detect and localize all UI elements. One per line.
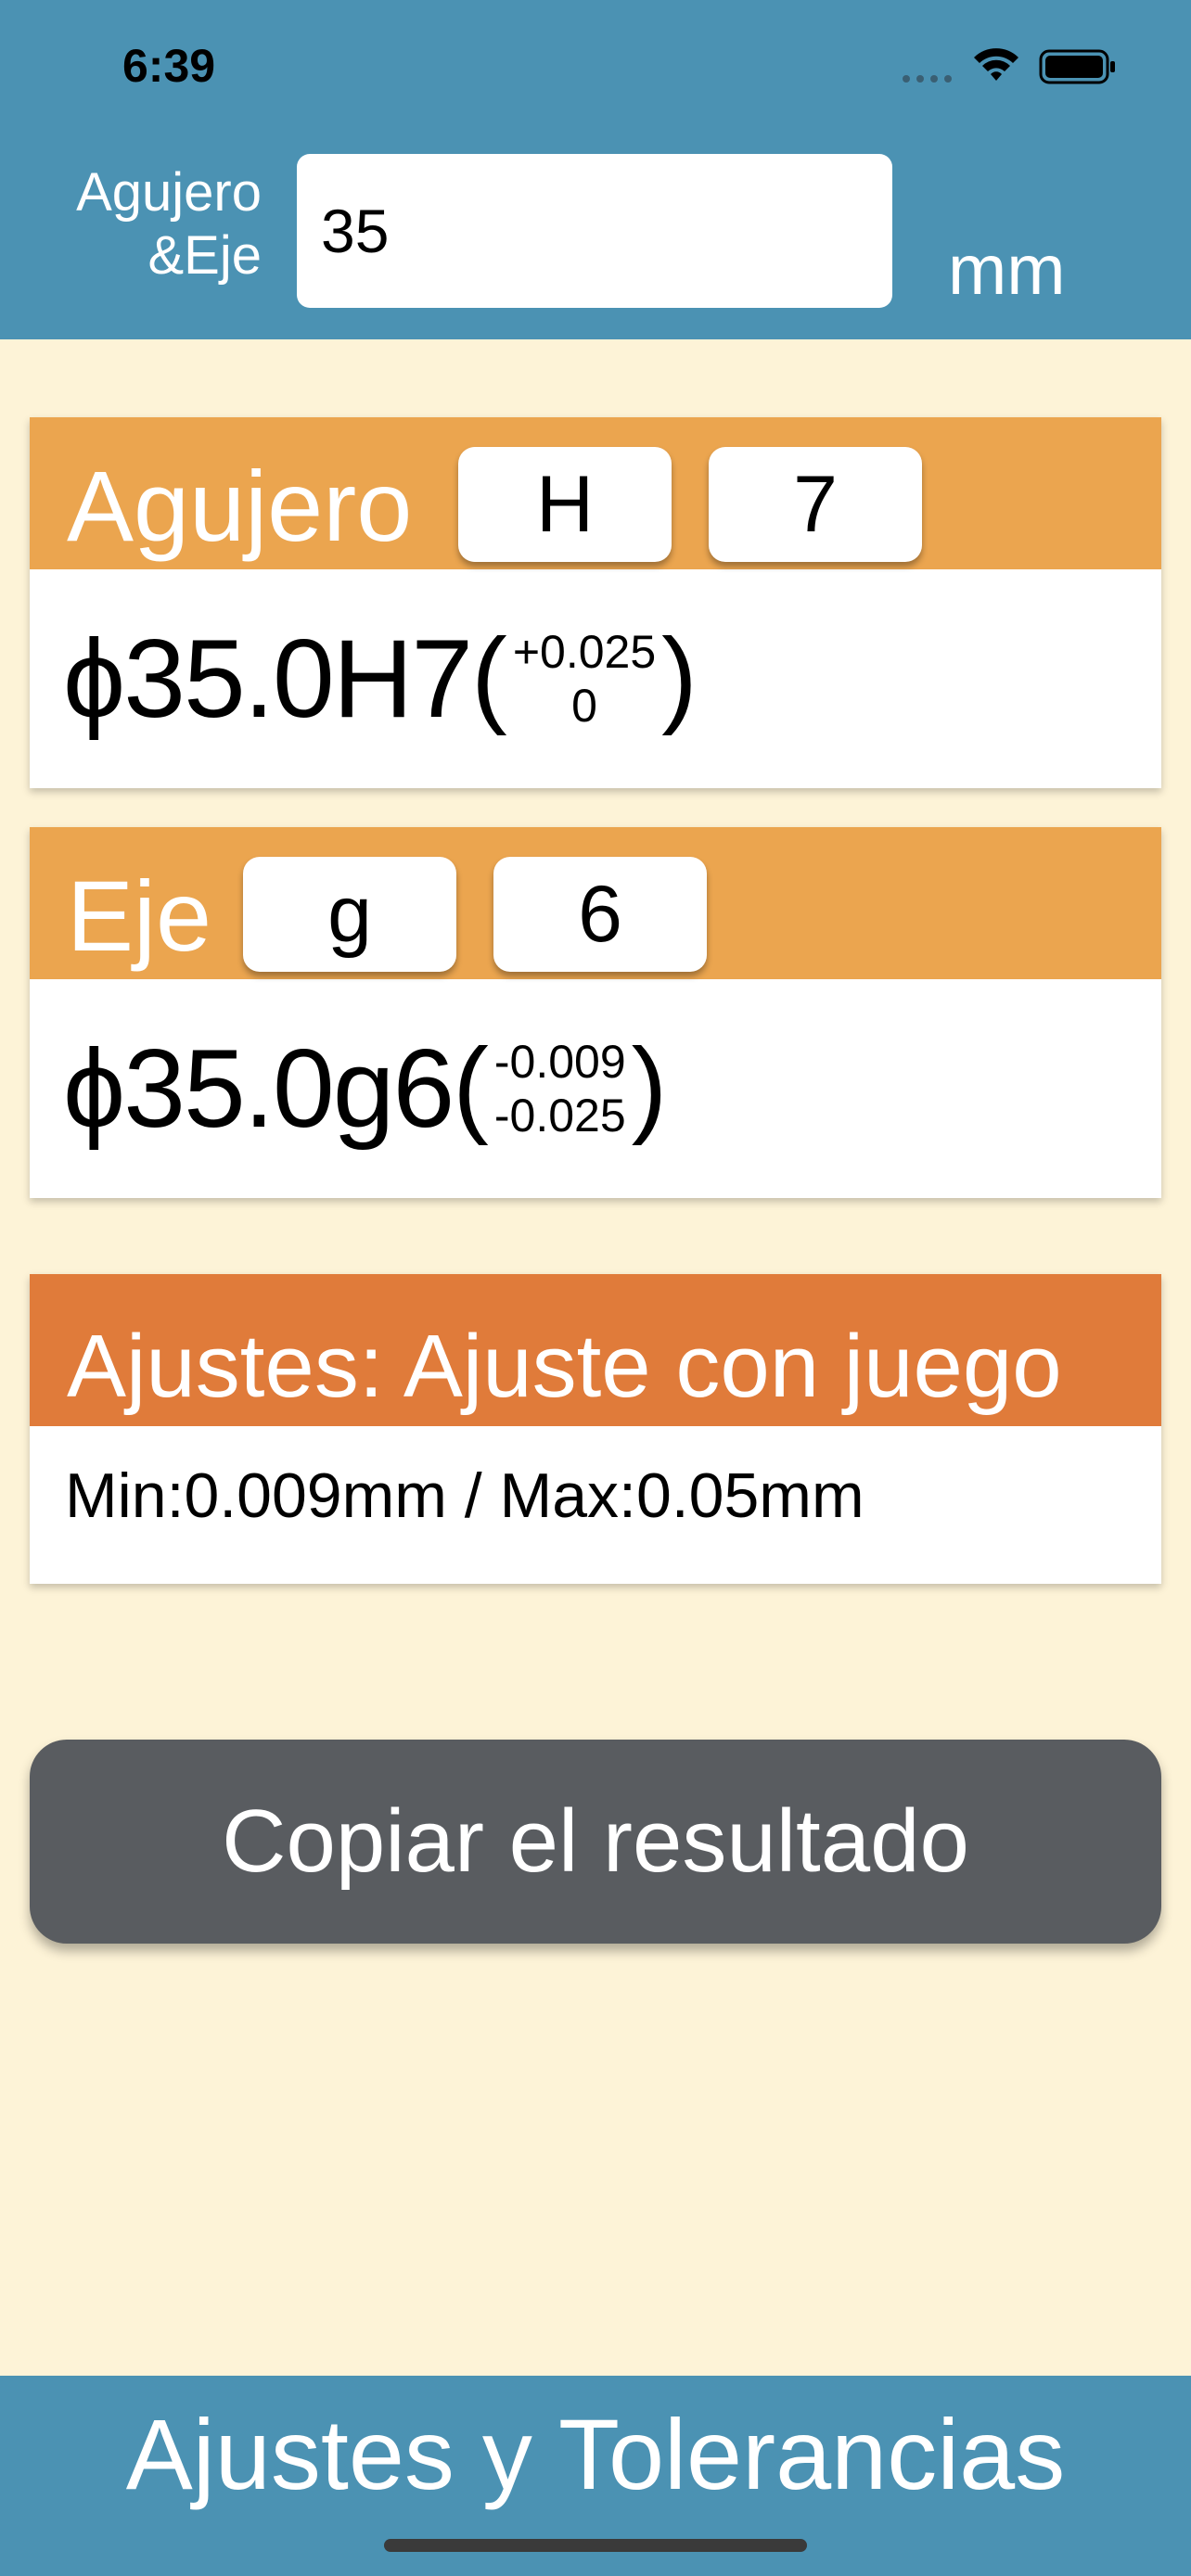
hole-result: ϕ35.0H7 ( +0.025 0 ) [63,569,698,788]
shaft-letter-button[interactable]: g [243,857,456,972]
hole-result-main: ϕ35.0H7 [63,617,473,741]
hole-lower-tolerance: 0 [571,680,597,732]
hole-title: Agujero [67,450,413,562]
fit-card: Ajustes: Ajuste con juego Min:0.009mm / … [30,1274,1161,1584]
battery-icon [1039,49,1115,84]
bottom-title-bar: Ajustes y Tolerancias [0,2376,1191,2576]
shaft-upper-tolerance: -0.009 [493,1036,626,1088]
shaft-close-paren: ) [631,1026,668,1146]
shaft-card: Eje g 6 ϕ35.0g6 ( -0.009 -0.025 ) [30,827,1161,1198]
shaft-card-header: Eje g 6 [30,827,1161,979]
fit-card-header: Ajustes: Ajuste con juego [30,1274,1161,1426]
shaft-result-main: ϕ35.0g6 [63,1027,455,1151]
home-indicator[interactable] [384,2539,807,2552]
dimension-label-line2: &Eje [147,225,262,286]
hole-grade-button[interactable]: 7 [709,447,922,562]
fit-clearance-summary: Min:0.009mm / Max:0.05mm [65,1460,864,1531]
hole-close-paren: ) [661,616,698,736]
dimension-label: Agujero &Eje [37,161,262,287]
hole-card-header: Agujero H 7 [30,417,1161,569]
hole-upper-tolerance: +0.025 [512,626,657,678]
hole-open-paren: ( [471,616,507,736]
top-header: 6:39 Agujero &Eje mm [0,0,1191,339]
status-time: 6:39 [122,40,216,92]
shaft-title: Eje [67,860,212,972]
nominal-size-input[interactable] [297,154,892,308]
shaft-grade-button[interactable]: 6 [493,857,707,972]
cellular-signal-icon [903,75,952,83]
shaft-lower-tolerance: -0.025 [493,1090,626,1141]
app-title: Ajustes y Tolerancias [125,2398,1066,2510]
shaft-tolerance: -0.009 -0.025 [494,1035,626,1142]
copy-result-button[interactable]: Copiar el resultado [30,1740,1161,1944]
wifi-icon [974,48,1018,81]
shaft-open-paren: ( [453,1026,489,1146]
hole-tolerance: +0.025 0 [513,625,656,733]
dimension-label-line1: Agujero [76,162,262,223]
hole-letter-button[interactable]: H [458,447,672,562]
shaft-result: ϕ35.0g6 ( -0.009 -0.025 ) [63,979,667,1198]
hole-card: Agujero H 7 ϕ35.0H7 ( +0.025 0 ) [30,417,1161,788]
unit-label: mm [948,231,1066,310]
fit-title: Ajustes: Ajuste con juego [67,1317,1062,1416]
